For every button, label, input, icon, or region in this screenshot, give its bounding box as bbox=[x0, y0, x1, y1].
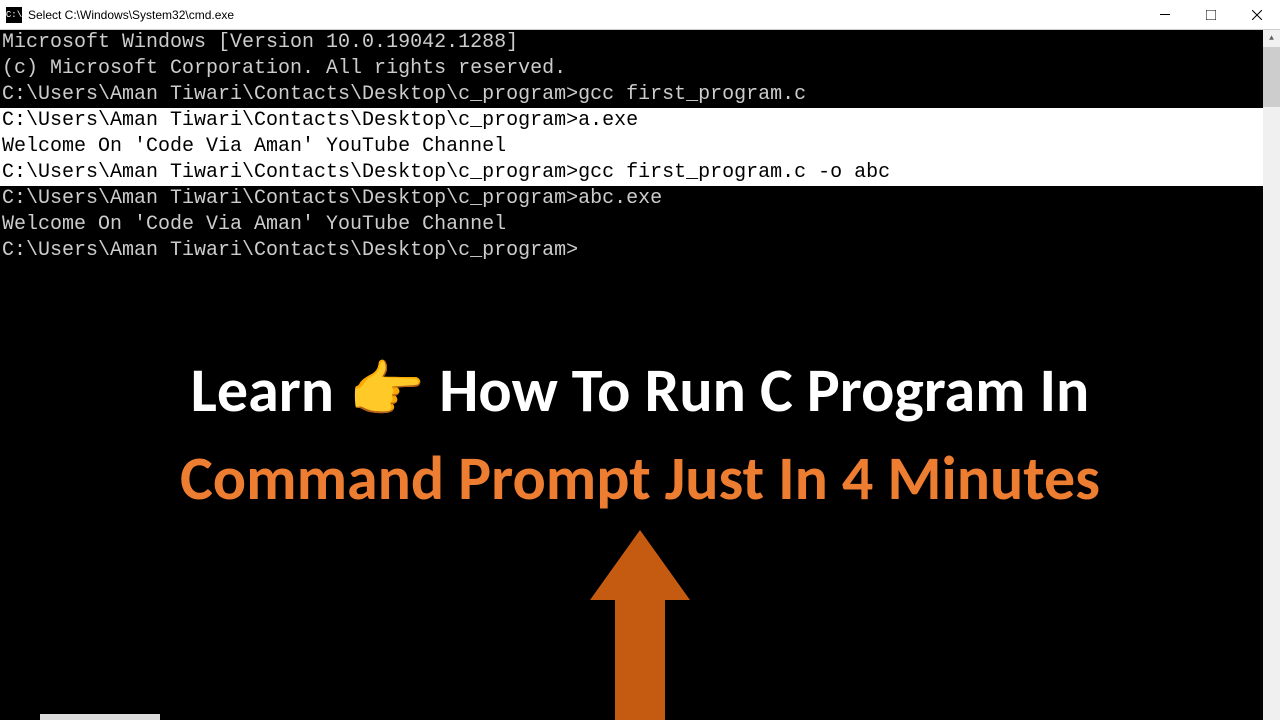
term-line: C:\Users\Aman Tiwari\Contacts\Desktop\c_… bbox=[0, 186, 1280, 212]
minimize-button[interactable] bbox=[1142, 0, 1188, 29]
term-line: C:\Users\Aman Tiwari\Contacts\Desktop\c_… bbox=[0, 238, 1280, 264]
taskbar-edge bbox=[40, 714, 160, 720]
maximize-button[interactable] bbox=[1188, 0, 1234, 29]
scroll-up-arrow-icon[interactable]: ▲ bbox=[1263, 30, 1280, 47]
overlay-title-line2: Command Prompt Just In 4 Minutes bbox=[0, 440, 1280, 516]
terminal-lines-bottom: C:\Users\Aman Tiwari\Contacts\Desktop\c_… bbox=[0, 186, 1280, 264]
terminal-highlight-block: C:\Users\Aman Tiwari\Contacts\Desktop\c_… bbox=[0, 108, 1280, 186]
up-arrow-graphic bbox=[605, 530, 675, 720]
overlay-title-line1: Learn 👉 How To Run C Program In bbox=[0, 352, 1280, 428]
term-line: (c) Microsoft Corporation. All rights re… bbox=[0, 56, 1280, 82]
arrow-head-icon bbox=[590, 530, 690, 600]
term-line: C:\Users\Aman Tiwari\Contacts\Desktop\c_… bbox=[0, 82, 1280, 108]
term-line: Welcome On 'Code Via Aman' YouTube Chann… bbox=[0, 134, 1280, 160]
terminal-lines-top: Microsoft Windows [Version 10.0.19042.12… bbox=[0, 30, 1280, 108]
term-line: C:\Users\Aman Tiwari\Contacts\Desktop\c_… bbox=[0, 108, 1280, 134]
window-title: Select C:\Windows\System32\cmd.exe bbox=[28, 8, 1142, 22]
maximize-icon bbox=[1206, 10, 1216, 20]
overlay-line1-suffix: How To Run C Program In bbox=[425, 352, 1089, 428]
window-controls bbox=[1142, 0, 1280, 29]
term-line: Welcome On 'Code Via Aman' YouTube Chann… bbox=[0, 212, 1280, 238]
arrow-body bbox=[615, 600, 665, 720]
overlay-line1-prefix: Learn bbox=[191, 352, 348, 428]
minimize-icon bbox=[1160, 14, 1170, 15]
term-line: Microsoft Windows [Version 10.0.19042.12… bbox=[0, 30, 1280, 56]
close-button[interactable] bbox=[1234, 0, 1280, 29]
scrollbar-thumb[interactable] bbox=[1263, 47, 1280, 107]
pointing-hand-icon: 👉 bbox=[348, 352, 425, 428]
window-titlebar: C:\ Select C:\Windows\System32\cmd.exe bbox=[0, 0, 1280, 30]
term-line: C:\Users\Aman Tiwari\Contacts\Desktop\c_… bbox=[0, 160, 1280, 186]
cmd-icon: C:\ bbox=[6, 7, 22, 23]
close-icon bbox=[1252, 10, 1262, 20]
